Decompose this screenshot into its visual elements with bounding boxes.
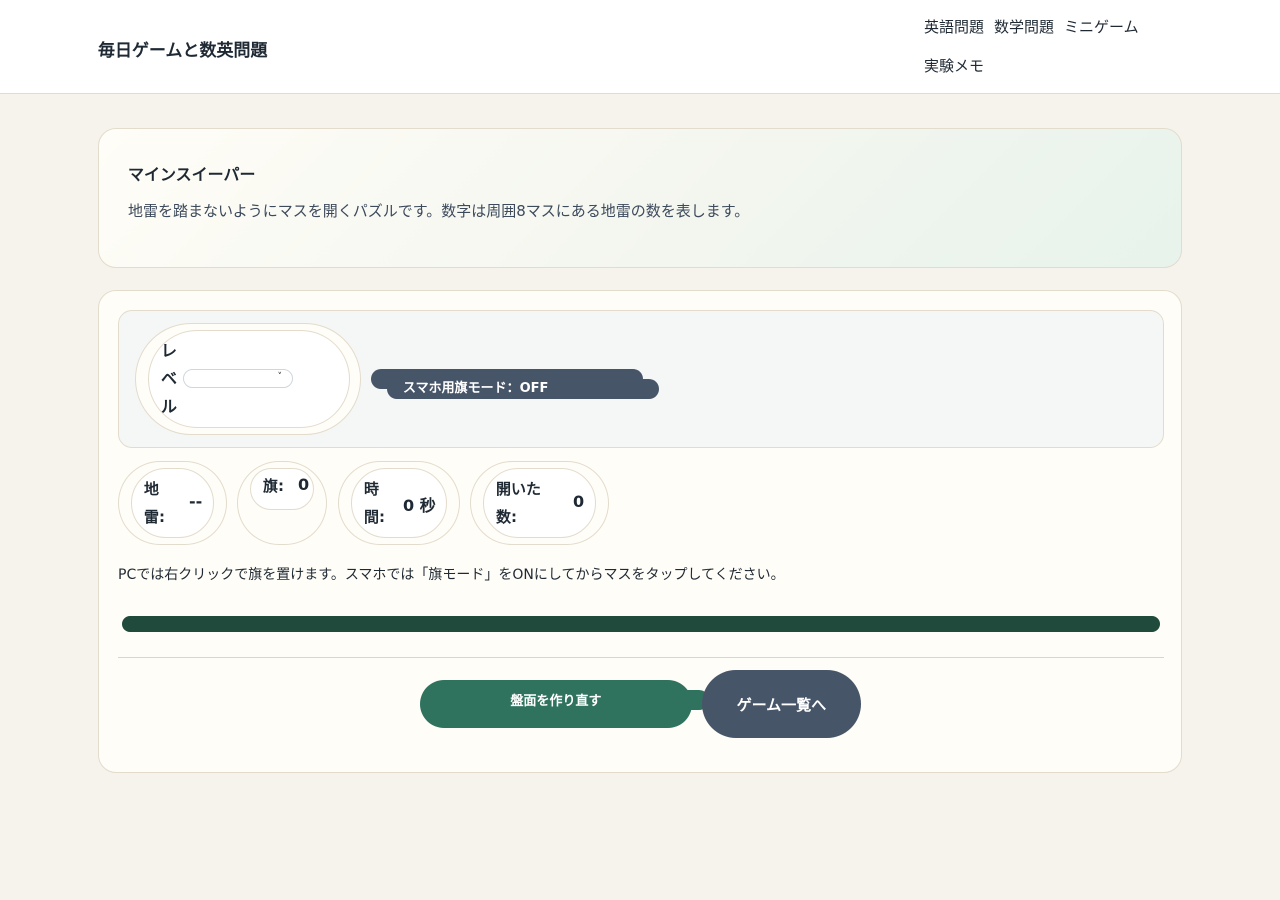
site-header: 毎日ゲームと数英問題 英語問題 数学問題 ミニゲーム実験メモ	[0, 0, 1280, 94]
flags-stat-inner: 旗: 0	[250, 468, 314, 510]
main-nav: 英語問題 数学問題 ミニゲーム実験メモ	[924, 14, 1164, 92]
opened-label-line: 開いた	[496, 480, 542, 498]
level-select[interactable]: ˅	[183, 369, 293, 388]
time-stat-value: 0 秒	[403, 496, 436, 515]
minesweeper-board[interactable]	[122, 616, 1160, 632]
intro-card: マインスイーパー 地雷を踏まないようにマスを開くパズルです。数字は周囲8マスにあ…	[98, 128, 1182, 268]
flags-stat: 旗: 0	[237, 461, 327, 545]
mines-stat-value: --	[189, 492, 203, 511]
level-control: レ ベ ル ˅	[135, 323, 361, 435]
divider	[118, 657, 1164, 658]
reset-board-button[interactable]: 盤面を作り直す	[420, 680, 709, 728]
flag-toggle-label: スマホ用旗モード：OFF	[403, 381, 549, 396]
time-label-line: 時	[364, 480, 380, 498]
controls-panel: レ ベ ル ˅ スマホ用旗モード：OFF	[118, 310, 1164, 448]
level-control-inner: レ ベ ル ˅	[148, 330, 350, 428]
level-label: レ ベ ル	[161, 337, 179, 421]
flag-mode-toggle-button[interactable]: スマホ用旗モード：OFF	[371, 369, 659, 399]
level-label-char: ル	[161, 397, 178, 416]
time-label-line: 間:	[364, 508, 385, 526]
intro-description: 地雷を踏まないようにマスを開くパズルです。数字は周囲8マスにある地雷の数を表しま…	[128, 202, 750, 220]
opened-stat: 開いた 数: 0	[470, 461, 609, 545]
game-card: レ ベ ル ˅ スマホ用旗モード：OFF 地 雷: -- 旗: 0 時 間: 0…	[98, 290, 1182, 773]
nav-lab-notes-link[interactable]: 実験メモ	[924, 53, 984, 79]
games-list-button-label: ゲーム一覧へ	[736, 696, 827, 714]
level-label-char: ベ	[161, 369, 178, 388]
nav-minigame-link[interactable]: ミニゲーム	[1064, 14, 1139, 40]
chevron-down-icon: ˅	[277, 372, 283, 382]
time-stat-inner: 時 間: 0 秒	[351, 468, 447, 538]
mines-stat-inner: 地 雷: --	[131, 468, 214, 538]
mines-label-line: 地	[144, 480, 160, 498]
page-title: マインスイーパー	[128, 165, 256, 184]
mines-stat: 地 雷: --	[118, 461, 227, 545]
nav-math-link[interactable]: 数学問題	[994, 14, 1054, 40]
time-stat-label: 時 間:	[364, 475, 385, 531]
opened-stat-inner: 開いた 数: 0	[483, 468, 596, 538]
mines-stat-label: 地 雷:	[144, 475, 165, 531]
site-brand-link[interactable]: 毎日ゲームと数英問題	[98, 36, 268, 61]
flag-hint-text: PCでは右クリックで旗を置けます。スマホでは「旗モード」をONにしてからマスをタ…	[118, 567, 785, 583]
mines-label-line: 雷:	[144, 508, 165, 526]
games-list-button[interactable]: ゲーム一覧へ	[702, 670, 861, 738]
nav-english-link[interactable]: 英語問題	[924, 14, 984, 40]
time-stat: 時 間: 0 秒	[338, 461, 460, 545]
flags-stat-label: 旗:	[263, 477, 284, 495]
reset-button-label: 盤面を作り直す	[510, 694, 602, 709]
opened-stat-value: 0	[573, 492, 585, 511]
opened-stat-label: 開いた 数:	[496, 475, 541, 531]
opened-label-line: 数:	[496, 508, 517, 526]
level-label-char: レ	[161, 341, 178, 360]
flags-stat-value: 0	[298, 475, 310, 494]
